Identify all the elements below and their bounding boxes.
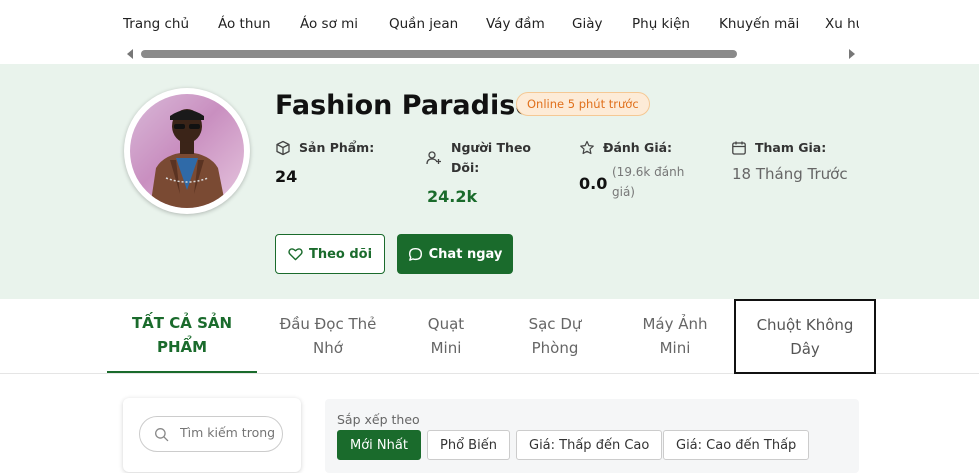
nav-item-promo[interactable]: Khuyến mãi xyxy=(719,16,799,32)
nav-scrollbar[interactable] xyxy=(123,49,859,59)
sort-label: Sắp xếp theo xyxy=(337,412,420,427)
nav-item-shirt[interactable]: Áo sơ mi xyxy=(300,16,358,32)
tab-wireless-mouse[interactable]: Chuột Không Dây xyxy=(734,299,876,374)
nav-item-dress[interactable]: Váy đầm xyxy=(486,16,545,32)
rating-count: (19.6k đánh giá) xyxy=(612,165,685,199)
follow-button-label: Theo dõi xyxy=(308,246,373,262)
heart-icon xyxy=(288,248,303,261)
scroll-right-icon[interactable] xyxy=(849,49,855,59)
shop-search-input[interactable] xyxy=(180,425,276,440)
nav-item-trends[interactable]: Xu hướng xyxy=(825,16,859,32)
sort-newest-button[interactable]: Mới Nhất xyxy=(337,430,421,460)
products-count: 24 xyxy=(275,167,298,186)
shop-search-card xyxy=(123,398,301,472)
scroll-left-icon[interactable] xyxy=(127,49,133,59)
calendar-icon xyxy=(732,141,746,155)
chat-button[interactable]: Chat ngay xyxy=(397,234,513,274)
category-nav: Trang chủ Áo thun Áo sơ mi Quần jean Váy… xyxy=(0,0,979,64)
user-add-icon xyxy=(426,151,441,165)
shop-search-box[interactable] xyxy=(139,416,283,452)
sort-price-desc-button[interactable]: Giá: Cao đến Thấp xyxy=(663,430,810,460)
nav-item-jeans[interactable]: Quần jean xyxy=(389,16,458,32)
rating-label: Đánh Giá: xyxy=(603,140,673,155)
followers-count: 24.2k xyxy=(427,187,478,206)
follow-button[interactable]: Theo dõi xyxy=(275,234,385,274)
sort-bar: Sắp xếp theo Mới Nhất Phổ Biến Giá: Thấp… xyxy=(325,399,859,473)
tab-mini-camera[interactable]: Máy Ảnh Mini xyxy=(622,299,728,373)
nav-item-home[interactable]: Trang chủ xyxy=(123,16,189,32)
shop-name: Fashion Paradise xyxy=(275,90,534,121)
avatar-image xyxy=(130,94,244,208)
joined-value: 18 Tháng Trước xyxy=(732,165,848,183)
category-tabs: TẤT CẢ SẢN PHẨM Đầu Đọc Thẻ Nhớ Quạt Min… xyxy=(0,299,979,374)
rating-value: 0.0 xyxy=(579,174,608,193)
shop-avatar xyxy=(124,88,250,214)
avatar-person-icon xyxy=(150,109,226,208)
online-status-badge: Online 5 phút trước xyxy=(516,92,650,116)
nav-item-shoes[interactable]: Giày xyxy=(572,16,602,32)
nav-item-accessories[interactable]: Phụ kiện xyxy=(632,16,690,32)
tab-card-reader[interactable]: Đầu Đọc Thẻ Nhớ xyxy=(268,299,388,373)
tab-all-products[interactable]: TẤT CẢ SẢN PHẨM xyxy=(107,299,257,373)
chat-bubble-icon xyxy=(408,247,422,261)
followers-label: Người Theo Dõi: xyxy=(451,140,532,175)
shop-header: Fashion Paradise Online 5 phút trước Sản… xyxy=(0,64,979,299)
chat-button-label: Chat ngay xyxy=(428,246,503,262)
category-nav-items: Trang chủ Áo thun Áo sơ mi Quần jean Váy… xyxy=(123,0,859,50)
star-icon xyxy=(580,140,594,155)
nav-item-tshirt[interactable]: Áo thun xyxy=(218,16,271,32)
search-icon xyxy=(155,428,169,442)
products-label: Sản Phẩm: xyxy=(299,140,375,155)
sort-popular-button[interactable]: Phổ Biến xyxy=(427,430,510,460)
sort-price-asc-button[interactable]: Giá: Thấp đến Cao xyxy=(516,430,663,460)
scroll-thumb[interactable] xyxy=(141,50,737,58)
box-icon xyxy=(276,140,290,156)
tab-power-bank[interactable]: Sạc Dự Phòng xyxy=(504,299,606,373)
tab-mini-fan[interactable]: Quạt Mini xyxy=(404,299,488,373)
joined-label: Tham Gia: xyxy=(755,140,827,155)
